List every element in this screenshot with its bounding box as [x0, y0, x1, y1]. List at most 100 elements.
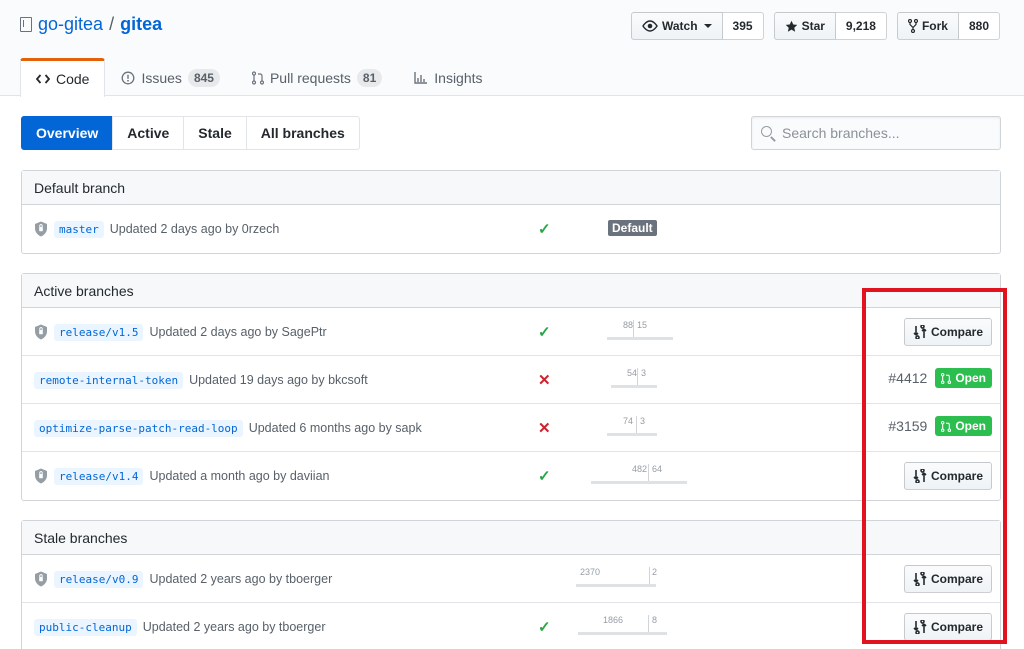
ahead-count: 8 — [652, 615, 658, 625]
branch-name-link[interactable]: remote-internal-token — [34, 371, 184, 389]
star-label: Star — [801, 19, 825, 33]
behind-count: 482 — [631, 464, 647, 474]
check-icon[interactable]: ✓ — [538, 467, 551, 485]
repo-icon — [20, 17, 32, 32]
branch-info: master Updated 2 days ago by 0rzech — [34, 205, 279, 253]
ahead-behind-graph: 88 15 — [607, 320, 673, 344]
tab-issues-label: Issues — [141, 69, 182, 86]
fork-count[interactable]: 880 — [958, 12, 1000, 40]
repo-actions: Watch 395 Star 9,218 Fork 880 — [630, 12, 1000, 40]
default-branch-header: Default branch — [22, 171, 1000, 205]
tab-insights-label: Insights — [434, 69, 483, 86]
active-branches-header: Active branches — [22, 274, 1000, 308]
highlight-annotation-box — [862, 288, 1007, 644]
filter-stale[interactable]: Stale — [183, 116, 247, 150]
behind-count: 88 — [622, 320, 633, 330]
active-branches-box: Active branches release/v1.5 Updated 2 d… — [21, 273, 1001, 501]
branch-info: remote-internal-token Updated 19 days ag… — [34, 356, 368, 404]
x-icon[interactable]: ✕ — [538, 371, 551, 389]
branch-updated: Updated 6 months ago by sapk — [248, 421, 422, 435]
code-icon — [36, 74, 50, 84]
tab-pull-requests[interactable]: Pull requests 81 — [236, 58, 398, 96]
tab-pull-requests-label: Pull requests — [269, 69, 351, 86]
shield-icon — [34, 324, 48, 340]
branch-row: release/v1.5 Updated 2 days ago by SageP… — [22, 308, 1000, 356]
ahead-behind-bar — [611, 385, 657, 388]
branch-name-link[interactable]: master — [54, 220, 104, 238]
branch-name-link[interactable]: public-cleanup — [34, 618, 137, 636]
watch-label: Watch — [661, 19, 698, 33]
check-icon[interactable]: ✓ — [538, 220, 551, 238]
star-button[interactable]: Star — [773, 12, 836, 40]
behind-count: 54 — [626, 368, 637, 378]
watch-count[interactable]: 395 — [722, 12, 764, 40]
star-count[interactable]: 9,218 — [835, 12, 887, 40]
branch-updated: Updated 2 years ago by tboerger — [149, 572, 333, 586]
branch-row: release/v1.4 Updated a month ago by davi… — [22, 452, 1000, 500]
tab-insights[interactable]: Insights — [398, 58, 498, 96]
ahead-behind-graph: 482 64 — [591, 464, 687, 488]
branch-info: optimize-parse-patch-read-loop Updated 6… — [34, 404, 422, 452]
tab-code[interactable]: Code — [20, 58, 106, 97]
branch-name-link[interactable]: release/v1.5 — [54, 323, 144, 341]
chevron-down-icon — [703, 24, 712, 28]
graph-icon — [414, 71, 428, 84]
ahead-behind-graph: 54 3 — [611, 368, 657, 392]
ahead-behind-bar — [576, 584, 656, 587]
branch-updated: Updated 2 years ago by tboerger — [142, 620, 326, 634]
repo-name-link[interactable]: gitea — [120, 14, 162, 35]
behind-count: 1866 — [602, 615, 623, 625]
filter-active[interactable]: Active — [112, 116, 185, 150]
ahead-count: 3 — [641, 368, 647, 378]
ahead-behind-bar — [607, 337, 673, 340]
branch-updated: Updated 2 days ago by 0rzech — [109, 222, 280, 236]
fork-button[interactable]: Fork — [896, 12, 959, 40]
filter-all-branches[interactable]: All branches — [245, 116, 360, 150]
default-branch-box: Default branch master Updated 2 days ago… — [21, 170, 1001, 254]
behind-count: 74 — [622, 416, 633, 426]
tab-issues[interactable]: Issues 845 — [105, 58, 236, 96]
branch-updated: Updated a month ago by daviian — [149, 469, 330, 483]
issue-icon — [122, 71, 135, 84]
shield-icon — [34, 468, 48, 484]
tab-code-label: Code — [56, 71, 90, 87]
ahead-behind-bar — [591, 481, 687, 484]
watch-group: Watch 395 — [630, 12, 764, 40]
repo-owner-link[interactable]: go-gitea — [38, 14, 103, 35]
default-badge: Default — [608, 220, 657, 236]
pull-requests-counter: 81 — [356, 68, 383, 87]
search-icon — [761, 126, 772, 137]
branch-info: public-cleanup Updated 2 years ago by tb… — [34, 603, 325, 649]
branch-row: master Updated 2 days ago by 0rzech ✓ De… — [22, 205, 1000, 253]
ahead-count: 2 — [652, 567, 658, 577]
branch-name-link[interactable]: release/v1.4 — [54, 467, 144, 485]
star-icon — [785, 20, 797, 32]
branch-updated: Updated 19 days ago by bkcsoft — [189, 373, 368, 387]
pull-request-icon — [251, 70, 264, 85]
stale-branches-box: Stale branches release/v0.9 Updated 2 ye… — [21, 520, 1001, 649]
stale-branches-header: Stale branches — [22, 521, 1000, 555]
x-icon[interactable]: ✕ — [538, 419, 551, 437]
repo-title: go-gitea / gitea — [20, 14, 162, 35]
search-branches-input[interactable]: Search branches... — [751, 116, 1001, 150]
branch-updated: Updated 2 days ago by SagePtr — [149, 325, 327, 339]
eye-icon — [642, 20, 658, 32]
fork-icon — [907, 19, 918, 33]
ahead-behind-graph: 74 3 — [607, 416, 657, 440]
issues-counter: 845 — [187, 68, 220, 87]
ahead-behind-graph: 1866 8 — [578, 615, 667, 639]
branch-name-link[interactable]: release/v0.9 — [54, 570, 144, 588]
branch-info: release/v1.5 Updated 2 days ago by SageP… — [34, 308, 327, 356]
branch-name-link[interactable]: optimize-parse-patch-read-loop — [34, 419, 243, 437]
filter-overview[interactable]: Overview — [21, 116, 114, 150]
ahead-behind-bar — [607, 433, 657, 436]
repo-separator: / — [109, 14, 115, 34]
check-icon[interactable]: ✓ — [538, 618, 551, 636]
branch-row: optimize-parse-patch-read-loop Updated 6… — [22, 404, 1000, 452]
ahead-count: 64 — [652, 464, 663, 474]
shield-icon — [34, 221, 48, 237]
watch-button[interactable]: Watch — [630, 12, 723, 40]
check-icon[interactable]: ✓ — [538, 323, 551, 341]
branch-row: remote-internal-token Updated 19 days ag… — [22, 356, 1000, 404]
ahead-count: 3 — [640, 416, 646, 426]
